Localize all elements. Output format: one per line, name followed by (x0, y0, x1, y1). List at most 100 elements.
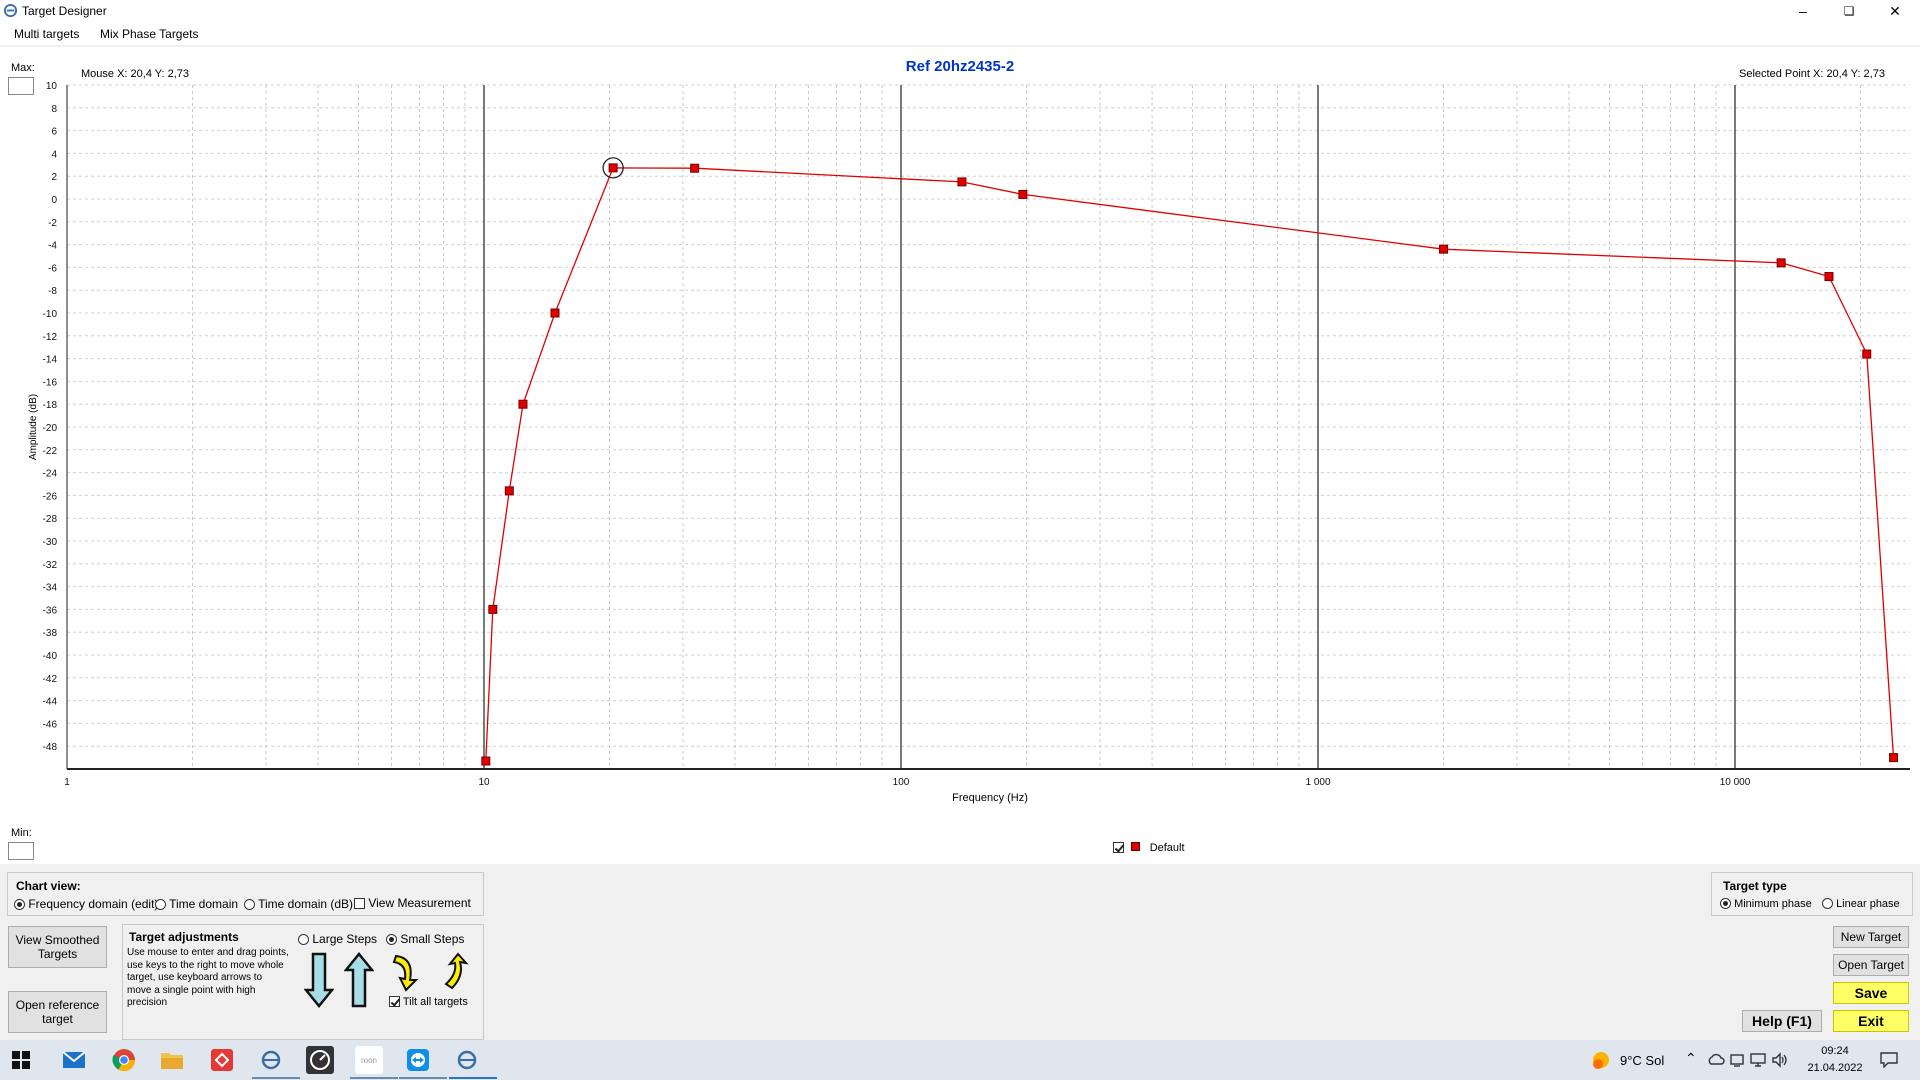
clock-date[interactable]: 21.04.2022 (1801, 1062, 1869, 1074)
arrow-down-icon[interactable] (304, 952, 334, 1008)
data-point[interactable] (481, 756, 491, 766)
checkbox-icon (354, 898, 365, 909)
minimize-button[interactable]: – (1780, 0, 1826, 22)
data-point[interactable] (504, 486, 514, 496)
y-tick-label: -20 (43, 423, 58, 434)
data-point[interactable] (957, 177, 967, 187)
data-point[interactable] (518, 399, 528, 409)
menu-mix-phase-targets[interactable]: Mix Phase Targets (98, 27, 201, 41)
volume-icon[interactable] (1771, 1052, 1789, 1068)
radio-icon (155, 899, 166, 910)
weather-text[interactable]: 9°C Sol (1620, 1053, 1664, 1068)
roon-icon[interactable]: roon (355, 1046, 383, 1074)
data-point[interactable] (550, 308, 560, 318)
open-target-button[interactable]: Open Target (1833, 954, 1909, 976)
radio-icon (386, 934, 397, 945)
arrow-up-icon[interactable] (344, 952, 374, 1008)
audio-app-icon[interactable] (257, 1046, 285, 1074)
tilt-down-icon[interactable] (390, 952, 420, 992)
y-tick-label: -8 (48, 286, 57, 297)
radio-small-steps[interactable]: Small Steps (386, 932, 464, 946)
taskbar-running-indicator (252, 1077, 300, 1079)
chevron-up-icon[interactable]: ⌃ (1685, 1050, 1697, 1067)
y-tick-label: -34 (43, 583, 58, 594)
y-tick-label: -42 (43, 674, 58, 685)
radio-label: Linear phase (1836, 898, 1900, 910)
radio-frequency-domain[interactable]: Frequency domain (edit) (14, 897, 158, 911)
y-tick-label: -24 (43, 469, 58, 480)
data-point[interactable] (1439, 244, 1449, 254)
anydesk-icon[interactable] (208, 1046, 236, 1074)
data-point[interactable] (608, 163, 618, 173)
window-title: Target Designer (22, 4, 107, 18)
y-tick-label: -48 (43, 742, 58, 753)
notification-icon[interactable] (1880, 1052, 1898, 1068)
y-tick-label: -16 (43, 377, 58, 388)
checkbox-icon (389, 996, 400, 1007)
y-tick-label: -4 (48, 241, 57, 252)
view-measurement-checkbox[interactable]: View Measurement (354, 896, 471, 910)
y-tick-label: -26 (43, 491, 58, 502)
checkbox-label: View Measurement (368, 896, 471, 910)
restore-button[interactable]: ❏ (1826, 0, 1872, 22)
target-designer-taskbar-icon[interactable] (453, 1046, 481, 1074)
network-icon[interactable] (1749, 1052, 1767, 1068)
data-point[interactable] (1824, 272, 1834, 282)
gauge-app-icon[interactable] (306, 1046, 334, 1074)
radio-large-steps[interactable]: Large Steps (298, 932, 377, 946)
data-point[interactable] (1862, 349, 1872, 359)
app-icon (3, 3, 18, 18)
y-tick-label: -30 (43, 537, 58, 548)
mail-icon[interactable] (60, 1046, 88, 1074)
data-point[interactable] (1776, 258, 1786, 268)
view-smoothed-targets-button[interactable]: View Smoothed Targets (8, 926, 107, 968)
legend-checkbox[interactable] (1113, 842, 1124, 853)
radio-time-domain-db[interactable]: Time domain (dB) (244, 897, 353, 911)
teamviewer-icon[interactable] (404, 1046, 432, 1074)
save-button[interactable]: Save (1833, 982, 1909, 1004)
radio-minimum-phase[interactable]: Minimum phase (1720, 898, 1812, 910)
x-tick-label: 100 (893, 777, 910, 788)
device-icon[interactable] (1729, 1052, 1745, 1068)
new-target-button[interactable]: New Target (1833, 926, 1909, 948)
file-explorer-icon[interactable] (158, 1046, 186, 1074)
clock-time[interactable]: 09:24 (1807, 1045, 1863, 1057)
y-tick-label: -6 (48, 263, 57, 274)
radio-label: Minimum phase (1734, 898, 1812, 910)
y-tick-label: 8 (51, 104, 57, 115)
chrome-icon[interactable] (110, 1046, 138, 1074)
tilt-up-icon[interactable] (442, 952, 472, 992)
radio-icon (1720, 898, 1731, 909)
legend: Default (1113, 840, 1185, 854)
taskbar-active-indicator (449, 1077, 497, 1079)
y-tick-label: -46 (43, 719, 58, 730)
radio-linear-phase[interactable]: Linear phase (1822, 898, 1900, 910)
radio-label: Frequency domain (edit) (28, 897, 159, 911)
radio-icon (298, 934, 309, 945)
x-tick-label: 1 000 (1305, 777, 1330, 788)
close-button[interactable]: ✕ (1872, 0, 1918, 22)
legend-marker (1131, 842, 1141, 851)
y-tick-label: 10 (46, 81, 58, 92)
open-reference-target-button[interactable]: Open reference target (8, 991, 107, 1033)
onedrive-icon[interactable] (1707, 1052, 1725, 1066)
menu-multi-targets[interactable]: Multi targets (12, 27, 81, 41)
chart-series (481, 157, 1899, 766)
data-point[interactable] (488, 604, 498, 614)
series-line (485, 167, 1895, 762)
radio-label: Time domain (dB) (258, 897, 354, 911)
x-tick-label: 1 (64, 777, 70, 788)
windows-start-icon[interactable] (12, 1051, 30, 1069)
y-tick-label: 2 (51, 172, 57, 183)
amplitude-chart[interactable]: 10 8 6 4 2 0 -2 -4 -6 -8 -10 -12 -14 -16 -18 -20 -22 -24 -… (0, 47, 1920, 864)
help-button[interactable]: Help (F1) (1742, 1010, 1822, 1032)
data-point[interactable] (690, 163, 700, 173)
tilt-all-targets-checkbox[interactable]: Tilt all targets (389, 996, 468, 1008)
title-bar (0, 0, 1920, 23)
radio-time-domain[interactable]: Time domain (155, 897, 238, 911)
legend-label: Default (1149, 842, 1185, 854)
data-point[interactable] (1018, 189, 1028, 199)
menu-bar (0, 23, 1920, 45)
data-point[interactable] (1889, 753, 1899, 763)
exit-button[interactable]: Exit (1833, 1010, 1909, 1032)
